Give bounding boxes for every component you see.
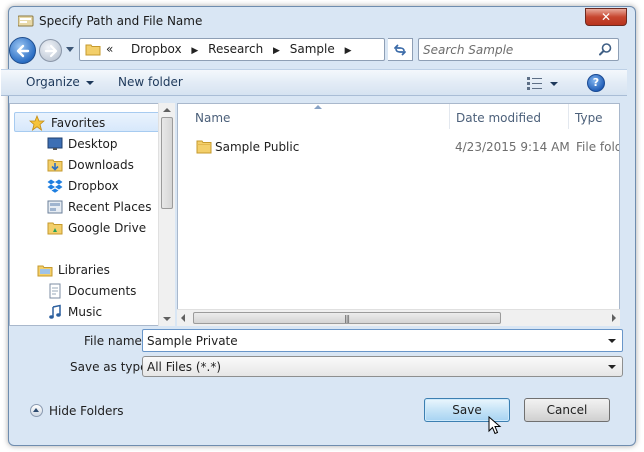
nav-item-dropbox[interactable]: Dropbox bbox=[10, 176, 160, 196]
new-folder-button[interactable]: New folder bbox=[118, 75, 183, 89]
navigation-scrollbar[interactable] bbox=[158, 103, 175, 326]
organize-button[interactable]: Organize bbox=[26, 75, 94, 89]
back-arrow-icon bbox=[16, 44, 30, 58]
view-options-dropdown[interactable] bbox=[550, 82, 558, 86]
scroll-right-icon[interactable] bbox=[612, 314, 616, 322]
close-button[interactable]: ✕ bbox=[585, 8, 627, 26]
scroll-down-icon[interactable] bbox=[163, 317, 171, 321]
address-bar[interactable]: « Dropbox ▶ Research ▶ Sample ▶ bbox=[79, 38, 385, 61]
recent-places-icon bbox=[47, 200, 63, 214]
nav-label: Music bbox=[68, 305, 103, 319]
chevron-down-icon bbox=[85, 80, 94, 85]
nav-label: Libraries bbox=[58, 263, 110, 277]
nav-item-music[interactable]: Music bbox=[10, 302, 160, 322]
cancel-button[interactable]: Cancel bbox=[524, 398, 610, 422]
column-header-type[interactable]: Type bbox=[575, 104, 603, 129]
google-drive-icon bbox=[47, 222, 63, 235]
breadcrumb-separator-icon[interactable]: ▶ bbox=[191, 46, 198, 56]
desktop-icon bbox=[47, 137, 63, 150]
column-divider[interactable] bbox=[449, 104, 450, 129]
scroll-left-icon[interactable] bbox=[181, 314, 185, 322]
breadcrumb-item-dropbox[interactable]: Dropbox bbox=[131, 42, 182, 56]
nav-label: Recent Places bbox=[68, 200, 152, 214]
close-icon: ✕ bbox=[600, 10, 612, 24]
save-as-type-value: All Files (*.*) bbox=[147, 360, 222, 374]
nav-label: Google Drive bbox=[68, 221, 147, 235]
chevron-down-icon[interactable] bbox=[608, 365, 616, 369]
breadcrumb-overflow[interactable]: « bbox=[106, 42, 113, 56]
downloads-folder-icon bbox=[47, 159, 63, 172]
forward-arrow-icon bbox=[44, 44, 58, 58]
folder-icon bbox=[196, 140, 212, 154]
column-header-name[interactable]: Name bbox=[195, 104, 230, 129]
change-view-icon[interactable] bbox=[527, 77, 543, 90]
nav-label: Desktop bbox=[68, 137, 118, 151]
file-name-label: File name: bbox=[84, 334, 146, 348]
help-icon[interactable]: ? bbox=[587, 74, 605, 92]
chevron-up-icon bbox=[30, 404, 43, 417]
save-as-type-select[interactable]: All Files (*.*) bbox=[142, 356, 623, 377]
command-toolbar: Organize New folder ? bbox=[1, 69, 627, 96]
documents-icon bbox=[49, 283, 61, 299]
folder-icon bbox=[85, 44, 101, 56]
hide-folders-button[interactable]: Hide Folders bbox=[30, 404, 124, 418]
sort-ascending-icon bbox=[314, 105, 322, 109]
scroll-up-icon[interactable] bbox=[163, 108, 171, 112]
app-icon bbox=[18, 15, 34, 27]
file-list-horizontal-scrollbar[interactable]: ||| bbox=[177, 309, 620, 326]
refresh-icon bbox=[394, 44, 406, 56]
breadcrumb-separator-icon[interactable]: ▶ bbox=[345, 46, 352, 56]
dropbox-icon bbox=[47, 179, 63, 193]
nav-item-recent-places[interactable]: Recent Places bbox=[10, 197, 160, 217]
file-row[interactable]: Sample Public 4/23/2015 9:14 AM File fol… bbox=[178, 136, 619, 158]
file-name: Sample Public bbox=[215, 140, 300, 154]
file-name-combobox[interactable] bbox=[142, 329, 623, 352]
nav-item-documents[interactable]: Documents bbox=[10, 281, 160, 301]
refresh-button[interactable] bbox=[388, 38, 413, 61]
scroll-thumb[interactable]: ||| bbox=[193, 312, 501, 324]
search-icon[interactable] bbox=[598, 42, 613, 57]
nav-label: Dropbox bbox=[68, 179, 119, 193]
file-type: File folder bbox=[576, 140, 619, 154]
scroll-grip: ||| bbox=[344, 314, 350, 323]
search-input[interactable] bbox=[423, 41, 593, 58]
organize-label: Organize bbox=[26, 75, 80, 89]
nav-item-google-drive[interactable]: Google Drive bbox=[10, 218, 160, 238]
file-date-modified: 4/23/2015 9:14 AM bbox=[455, 140, 570, 154]
mouse-pointer-icon bbox=[488, 416, 502, 435]
window-title: Specify Path and File Name bbox=[39, 14, 203, 28]
recent-pages-dropdown[interactable] bbox=[66, 47, 74, 52]
nav-label: Documents bbox=[68, 284, 137, 298]
nav-item-desktop[interactable]: Desktop bbox=[10, 134, 160, 154]
scroll-thumb[interactable] bbox=[161, 117, 173, 209]
breadcrumb-item-research[interactable]: Research bbox=[208, 42, 263, 56]
breadcrumb-separator-icon[interactable]: ▶ bbox=[273, 46, 280, 56]
navigation-pane: Favorites Desktop Downloads Dropbox Rece… bbox=[9, 103, 175, 326]
nav-label: Favorites bbox=[51, 116, 106, 130]
hide-folders-label: Hide Folders bbox=[49, 404, 124, 418]
nav-item-favorites[interactable]: Favorites bbox=[14, 112, 164, 132]
title-bar[interactable]: Specify Path and File Name bbox=[9, 7, 635, 35]
file-name-input[interactable] bbox=[147, 332, 597, 350]
file-list: Name Date modified Type Sample Public 4/… bbox=[177, 103, 620, 326]
save-as-type-label: Save as type: bbox=[70, 360, 152, 374]
star-icon bbox=[29, 115, 45, 131]
forward-button[interactable] bbox=[39, 39, 62, 62]
column-header-date[interactable]: Date modified bbox=[456, 104, 541, 129]
search-box[interactable] bbox=[418, 38, 619, 61]
chevron-down-icon[interactable] bbox=[608, 339, 616, 343]
nav-item-downloads[interactable]: Downloads bbox=[10, 155, 160, 175]
breadcrumb-item-sample[interactable]: Sample bbox=[290, 42, 335, 56]
nav-item-libraries[interactable]: Libraries bbox=[10, 260, 160, 280]
nav-label: Downloads bbox=[68, 158, 134, 172]
libraries-icon bbox=[37, 265, 53, 277]
music-icon bbox=[49, 304, 61, 319]
breadcrumb: « Dropbox ▶ Research ▶ Sample ▶ bbox=[106, 42, 358, 56]
column-divider[interactable] bbox=[568, 104, 569, 129]
back-button[interactable] bbox=[9, 37, 36, 64]
